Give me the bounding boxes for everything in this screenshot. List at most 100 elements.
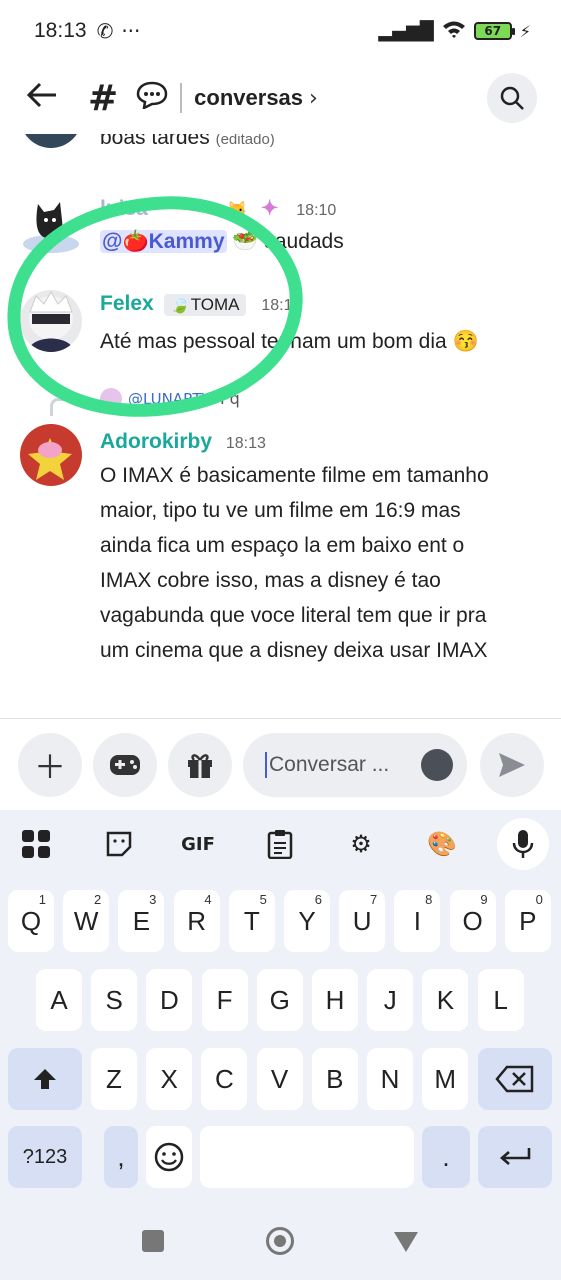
thread-bubble-icon (136, 81, 168, 116)
message-list[interactable]: boas tardes (editado) luisaºººººººº 🐱 ✦ … (0, 134, 561, 718)
key-v[interactable]: V (256, 1048, 303, 1110)
message-line: IMAX cobre isso, mas a disney é tao (100, 569, 441, 592)
channel-title[interactable]: conversas (194, 85, 303, 111)
backspace-icon (495, 1065, 534, 1093)
whatsapp-icon: ✆ (96, 19, 114, 43)
key-label: T (243, 905, 260, 936)
key-hint-number: 1 (38, 892, 46, 907)
message-composer: ＋ Conversar ... (0, 718, 561, 810)
key-h[interactable]: H (312, 969, 358, 1031)
signal-icon: ▂▄▆█ (378, 20, 434, 42)
apps-grid-icon[interactable] (16, 824, 56, 864)
more-icon: ··· (121, 19, 141, 43)
key-q[interactable]: Q1 (8, 890, 54, 952)
key-s[interactable]: S (91, 969, 138, 1031)
key-m[interactable]: M (422, 1048, 469, 1110)
key-t[interactable]: T5 (228, 890, 275, 952)
header-divider (180, 83, 183, 113)
key-o[interactable]: O9 (449, 890, 496, 952)
channel-header: # conversas › (0, 62, 561, 134)
key-a[interactable]: A (36, 969, 82, 1031)
key-label: I (413, 905, 421, 936)
message-line: vagabunda que voce literal tem que ir pr… (100, 604, 487, 627)
key-p[interactable]: P0 (504, 890, 551, 952)
emoji-icon[interactable] (421, 749, 453, 781)
key-hint-number: 2 (93, 892, 102, 907)
period-key[interactable]: . (422, 1126, 470, 1188)
key-label: Y (298, 905, 316, 936)
send-icon (499, 753, 525, 777)
theme-palette-icon[interactable]: 🎨 (422, 824, 462, 864)
key-j[interactable]: J (367, 969, 414, 1031)
key-l[interactable]: L (477, 969, 524, 1031)
space-key[interactable] (200, 1126, 414, 1188)
key-y[interactable]: Y6 (284, 890, 330, 952)
key-hint-number: 8 (425, 892, 433, 907)
gift-button[interactable] (168, 733, 232, 797)
key-label: W (73, 905, 99, 936)
battery-level: 67 (484, 24, 502, 38)
key-e[interactable]: E3 (118, 890, 165, 952)
key-x[interactable]: X (146, 1048, 193, 1110)
wifi-icon (442, 19, 466, 44)
send-button[interactable] (480, 733, 544, 797)
message-text: O IMAX é basicamente filme em tamanho ma… (100, 458, 489, 668)
key-r[interactable]: R4 (173, 890, 220, 952)
add-button[interactable]: ＋ (18, 733, 82, 797)
key-z[interactable]: Z (91, 1048, 137, 1110)
search-icon (500, 86, 524, 110)
key-label: P (519, 905, 537, 936)
soft-keyboard: GIF ⚙ 🎨 ?123 , . Q1W2E3R4T5Y6U7I8O9P0ASD… (0, 810, 561, 1280)
key-c[interactable]: C (201, 1048, 248, 1110)
enter-key[interactable] (478, 1126, 552, 1188)
search-button[interactable] (487, 73, 537, 123)
key-u[interactable]: U7 (339, 890, 386, 952)
gift-icon (188, 754, 212, 778)
microphone-icon (512, 830, 534, 858)
gif-button[interactable]: GIF (178, 824, 218, 864)
status-time: 18:13 (34, 19, 87, 42)
activities-button[interactable] (93, 733, 157, 797)
message-line: ainda fica um espaço la em baixo ent o (100, 534, 465, 557)
key-label: U (352, 905, 372, 936)
key-n[interactable]: N (367, 1048, 413, 1110)
microphone-button[interactable] (497, 818, 549, 870)
home-circle-icon[interactable] (266, 1227, 294, 1255)
charging-icon: ⚡ (519, 21, 531, 41)
back-arrow-icon[interactable] (26, 78, 66, 118)
message-line: maior, tipo tu ve um filme em 16:9 mas (100, 499, 461, 522)
key-label: Q (20, 905, 42, 936)
message-line: O IMAX é basicamente filme em tamanho (100, 464, 489, 487)
key-i[interactable]: I8 (394, 890, 441, 952)
key-g[interactable]: G (256, 969, 303, 1031)
key-hint-number: 0 (535, 892, 543, 907)
comma-key[interactable]: , (104, 1126, 138, 1188)
key-label: R (187, 905, 206, 936)
symbols-key[interactable]: ?123 (8, 1126, 82, 1188)
key-w[interactable]: W2 (63, 890, 110, 952)
key-hint-number: 6 (314, 892, 322, 907)
message-placeholder: Conversar ... (269, 753, 390, 776)
message-time: 18:13 (225, 435, 266, 452)
status-bar: 18:13 ✆ ··· ▂▄▆█ 67 ⚡ (0, 0, 561, 62)
backspace-key[interactable] (478, 1048, 552, 1110)
highlight-circle (7, 196, 303, 417)
key-d[interactable]: D (146, 969, 193, 1031)
battery-icon: 67 (473, 22, 515, 40)
enter-arrow-icon (500, 1148, 531, 1165)
back-triangle-icon[interactable] (394, 1232, 418, 1252)
emoji-key[interactable] (146, 1126, 192, 1188)
sticker-icon[interactable] (99, 824, 139, 864)
key-hint-number: 4 (204, 892, 212, 907)
settings-gear-icon[interactable]: ⚙ (341, 824, 381, 864)
key-b[interactable]: B (311, 1048, 358, 1110)
message-input[interactable]: Conversar ... (243, 733, 467, 797)
keyboard-toolbar: GIF ⚙ 🎨 (0, 810, 561, 882)
shift-key[interactable] (8, 1048, 82, 1110)
key-f[interactable]: F (201, 969, 248, 1031)
chevron-right-icon[interactable]: › (309, 86, 318, 111)
clipboard-icon[interactable] (260, 824, 300, 864)
recents-square-icon[interactable] (142, 1230, 164, 1252)
shift-arrow-icon (34, 1069, 56, 1089)
key-k[interactable]: K (422, 969, 469, 1031)
